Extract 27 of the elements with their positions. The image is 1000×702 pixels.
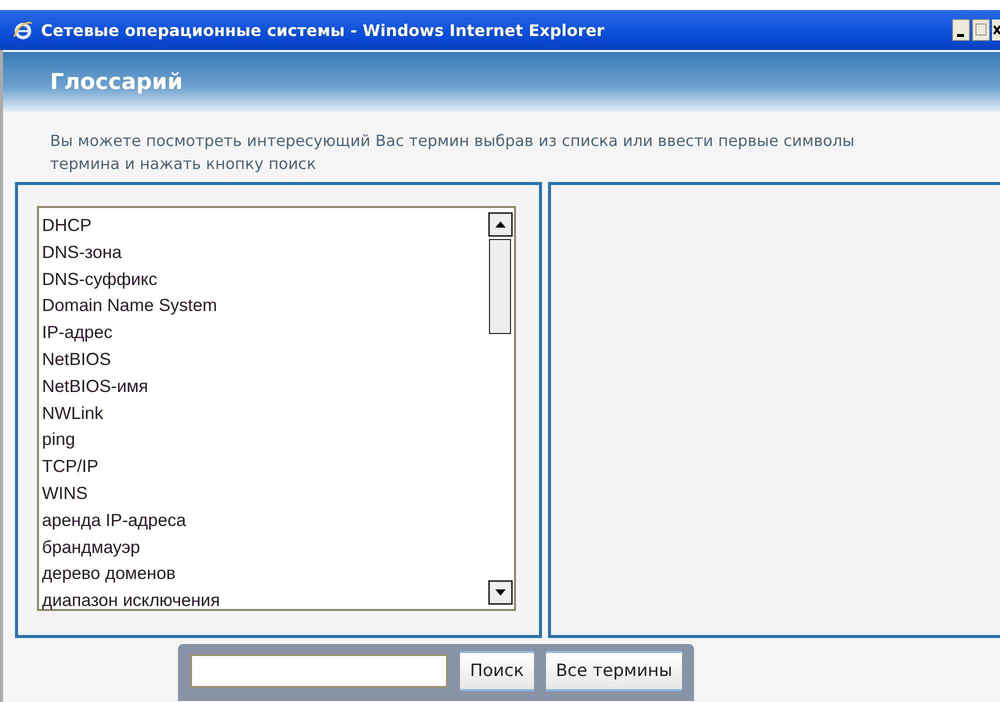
intro-text: Вы можете посмотреть интересующий Вас термин выбрав из списка или ввести первые символы термина и нажать кнопку поиск [50, 131, 856, 175]
list-item[interactable]: диапазон исключения [42, 587, 486, 614]
list-item[interactable]: TCP/IP [42, 453, 486, 480]
scroll-thumb[interactable] [489, 239, 511, 334]
list-item[interactable]: NetBIOS [42, 346, 486, 373]
scroll-up-icon[interactable] [488, 212, 512, 237]
window-title: Сетевые операционные системы - Windows Internet Explorer [41, 20, 606, 40]
search-field[interactable] [190, 654, 448, 688]
list-item[interactable]: аренда IP-адреса [42, 506, 486, 534]
list-item[interactable]: DNS-зона [42, 238, 486, 266]
search-button[interactable]: Поиск [460, 651, 534, 691]
list-item[interactable]: WINS [42, 480, 486, 507]
scroll-down-icon[interactable] [488, 580, 512, 605]
page-heading: Глоссарий [50, 70, 183, 94]
list-item[interactable]: ping [42, 426, 486, 454]
all-terms-button[interactable]: Все термины [546, 651, 682, 691]
close-icon[interactable] [992, 19, 1000, 41]
list-item[interactable]: NetBIOS-имя [42, 372, 486, 400]
minimize-icon[interactable] [952, 19, 970, 41]
list-item[interactable]: дерево доменов [42, 560, 486, 588]
list-item[interactable]: DHCP [42, 212, 486, 239]
list-item[interactable]: NWLink [42, 400, 486, 426]
browser-logo-icon [12, 19, 34, 41]
list-item[interactable]: Domain Name System [42, 292, 486, 320]
list-item[interactable]: IP-адрес [42, 319, 486, 346]
list-item[interactable]: брандмауэр [42, 534, 486, 560]
list-item[interactable]: DNS-суффикс [42, 266, 486, 292]
